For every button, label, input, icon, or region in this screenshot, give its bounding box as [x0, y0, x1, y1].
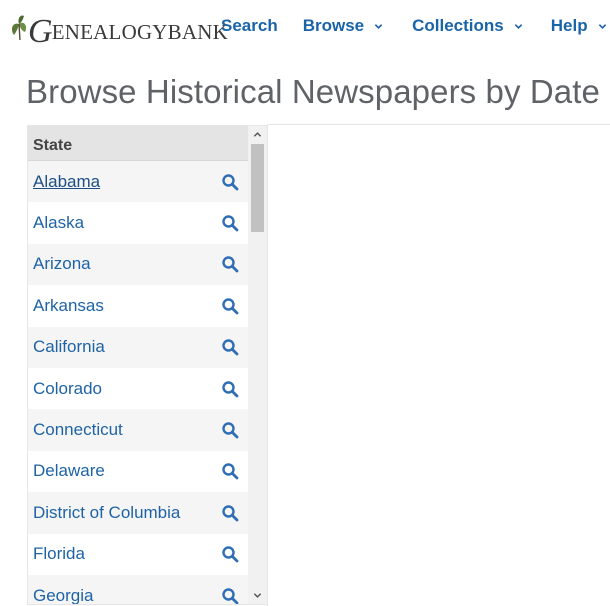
- scrollbar-thumb[interactable]: [251, 144, 264, 232]
- nav-browse-label: Browse: [302, 16, 365, 35]
- state-row-colorado[interactable]: Colorado: [28, 367, 248, 410]
- results-pane: [267, 124, 610, 606]
- state-link[interactable]: Georgia: [33, 586, 93, 604]
- top-navigation-bar: GENEALOGYBANK Search Browse Collections …: [0, 0, 610, 52]
- nav-help-label: Help: [550, 16, 588, 35]
- logo-wordmark: GENEALOGYBANK: [28, 10, 228, 50]
- magnifier-icon[interactable]: [221, 587, 239, 605]
- state-row-florida[interactable]: Florida: [28, 533, 248, 575]
- scroll-down-arrow-icon: [253, 593, 262, 598]
- leaf-icon: [11, 15, 27, 41]
- nav-browse[interactable]: Browse: [303, 14, 383, 38]
- state-row-alaska[interactable]: Alaska: [28, 202, 248, 244]
- magnifier-icon[interactable]: [221, 504, 239, 522]
- state-row-delaware[interactable]: Delaware: [28, 450, 248, 493]
- state-link[interactable]: District of Columbia: [33, 503, 180, 523]
- state-link[interactable]: Florida: [33, 544, 85, 564]
- nav-help[interactable]: Help: [551, 14, 607, 38]
- state-row-alabama[interactable]: Alabama: [28, 161, 248, 203]
- state-list: Alabama Alaska Arizona Arkansas Californ…: [28, 161, 248, 605]
- state-row-arizona[interactable]: Arizona: [28, 243, 248, 286]
- state-link[interactable]: Connecticut: [33, 420, 123, 440]
- magnifier-icon[interactable]: [221, 297, 239, 315]
- genealogybank-logo[interactable]: GENEALOGYBANK: [8, 2, 228, 50]
- state-link[interactable]: Alaska: [33, 213, 84, 233]
- nav-search-label: Search: [221, 16, 278, 35]
- state-column-header: State: [28, 126, 248, 161]
- scroll-down-button[interactable]: [248, 587, 267, 604]
- state-row-arkansas[interactable]: Arkansas: [28, 285, 248, 327]
- magnifier-icon[interactable]: [221, 421, 239, 439]
- logo-first-letter: G: [28, 13, 53, 50]
- state-link[interactable]: Arizona: [33, 254, 91, 274]
- magnifier-icon[interactable]: [221, 545, 239, 563]
- state-link[interactable]: Delaware: [33, 461, 105, 481]
- page-title: Browse Historical Newspapers by Date: [26, 73, 600, 110]
- nav-collections-label: Collections: [412, 16, 504, 35]
- state-list-panel: State Alabama Alaska Arizona Arkansas Ca…: [27, 125, 267, 605]
- state-link[interactable]: Alabama: [33, 172, 100, 192]
- scroll-up-arrow-icon: [253, 132, 262, 137]
- magnifier-icon[interactable]: [221, 380, 239, 398]
- magnifier-icon[interactable]: [221, 255, 239, 273]
- state-link[interactable]: Colorado: [33, 379, 102, 399]
- state-row-california[interactable]: California: [28, 326, 248, 368]
- state-link[interactable]: Arkansas: [33, 296, 104, 316]
- magnifier-icon[interactable]: [221, 214, 239, 232]
- chevron-down-icon: [598, 23, 606, 29]
- nav-collections[interactable]: Collections: [412, 14, 523, 38]
- scroll-up-button[interactable]: [248, 126, 267, 143]
- magnifier-icon[interactable]: [221, 173, 239, 191]
- main-nav: Search Browse Collections Help: [221, 14, 607, 38]
- logo-rest: ENEALOGYBANK: [51, 20, 228, 44]
- state-row-district-of-columbia[interactable]: District of Columbia: [28, 492, 248, 534]
- nav-search[interactable]: Search: [221, 14, 278, 38]
- state-row-connecticut[interactable]: Connecticut: [28, 409, 248, 451]
- chevron-down-icon: [374, 23, 383, 29]
- magnifier-icon[interactable]: [221, 338, 239, 356]
- state-link[interactable]: California: [33, 337, 105, 357]
- chevron-down-icon: [514, 23, 522, 29]
- state-row-georgia[interactable]: Georgia: [28, 574, 248, 605]
- magnifier-icon[interactable]: [221, 462, 239, 480]
- state-list-scrollbar[interactable]: [248, 126, 267, 604]
